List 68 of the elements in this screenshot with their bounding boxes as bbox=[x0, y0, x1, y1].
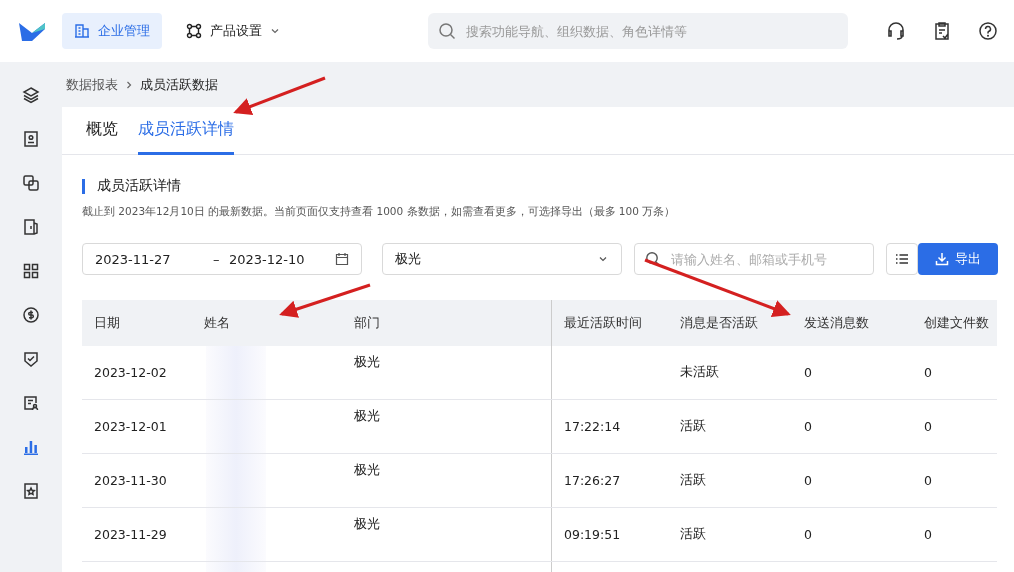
redacted-block bbox=[206, 346, 266, 399]
table-cell-text: 2023-12-01 bbox=[93, 418, 168, 436]
table-cell-text: 0 bbox=[803, 472, 813, 490]
column-header: 日期 bbox=[94, 314, 120, 332]
nav-button[interactable]: 企业管理 bbox=[62, 13, 162, 49]
table-cell-text: 17:26:27 bbox=[563, 472, 622, 490]
building-icon bbox=[74, 23, 90, 39]
table-cell-text: 活跃 bbox=[679, 525, 707, 543]
section-title: 成员活跃详情 bbox=[97, 177, 181, 195]
contacts-icon[interactable] bbox=[22, 130, 40, 148]
table-cell-text: 2023-11-29 bbox=[93, 526, 168, 544]
dollar-icon[interactable] bbox=[22, 306, 40, 324]
breadcrumb-item[interactable]: 数据报表 bbox=[66, 75, 118, 94]
table-cell-text: 17:22:14 bbox=[563, 418, 622, 436]
info-note: 截止到 2023年12月10日 的最新数据。当前页面仅支持查看 1000 条数据，如需查看更多，可选择导出（最多 100 万条） bbox=[82, 205, 677, 219]
form-icon[interactable] bbox=[22, 394, 40, 412]
nav-button[interactable]: 产品设置 bbox=[174, 13, 292, 49]
nodes-icon bbox=[186, 23, 202, 39]
grid-icon[interactable] bbox=[22, 262, 40, 280]
download-icon bbox=[935, 252, 949, 266]
table-cell-text: 2023-12-02 bbox=[93, 364, 168, 382]
column-header: 最近活跃时间 bbox=[564, 314, 642, 332]
table-cell-text: 0 bbox=[803, 526, 813, 544]
redacted-block bbox=[206, 454, 266, 507]
date-range-field[interactable]: 2023-11-27 – 2023-12-10 bbox=[82, 243, 362, 275]
tab[interactable]: 概览 bbox=[86, 107, 118, 155]
breadcrumb-item: 成员活跃数据 bbox=[140, 75, 218, 94]
table-cell-text: 2023-11-30 bbox=[93, 472, 168, 490]
table-cell-text: 0 bbox=[923, 418, 933, 436]
table-cell-text: 09:19:51 bbox=[563, 526, 622, 544]
search-icon bbox=[438, 22, 456, 40]
search-field[interactable]: 搜索功能导航、组织数据、角色详情等 bbox=[428, 13, 848, 49]
column-header: 创建文件数 bbox=[924, 314, 989, 332]
export-button[interactable]: 导出 bbox=[918, 243, 998, 275]
chevron-right-icon bbox=[124, 79, 134, 90]
search-input[interactable]: 搜索功能导航、组织数据、角色详情等 bbox=[464, 22, 838, 40]
clipboard-check-icon[interactable] bbox=[932, 21, 952, 41]
column-header: 消息是否活跃 bbox=[680, 314, 758, 332]
table-cell-text: 0 bbox=[923, 364, 933, 382]
table-cell-text: 活跃 bbox=[679, 417, 707, 435]
copy-icon[interactable] bbox=[22, 174, 40, 192]
table-cell-text: 未活跃 bbox=[679, 363, 720, 381]
calendar-icon bbox=[335, 252, 349, 266]
chevron-down-icon bbox=[270, 26, 280, 36]
table-cell-text: 0 bbox=[803, 364, 813, 382]
chart-icon[interactable] bbox=[22, 438, 40, 456]
column-header: 姓名 bbox=[204, 314, 230, 332]
table-cell: 极光 bbox=[342, 346, 552, 399]
member-search-field[interactable]: 请输入姓名、邮箱或手机号 bbox=[634, 243, 874, 275]
table-cell: 极光 bbox=[342, 508, 552, 561]
column-settings-button[interactable] bbox=[886, 243, 918, 275]
column-header: 发送消息数 bbox=[804, 314, 869, 332]
headset-icon[interactable] bbox=[886, 21, 906, 41]
column-header: 部门 bbox=[354, 314, 380, 332]
list-icon bbox=[895, 252, 909, 266]
shield-icon[interactable] bbox=[22, 350, 40, 368]
table-cell: 极光 bbox=[342, 400, 552, 453]
table-cell: 极光 bbox=[342, 454, 552, 507]
redacted-block bbox=[206, 400, 266, 453]
table-cell-text: 活跃 bbox=[679, 471, 707, 489]
table-cell-text: 0 bbox=[923, 472, 933, 490]
tab[interactable]: 成员活跃详情 bbox=[138, 107, 234, 155]
help-icon[interactable] bbox=[978, 21, 998, 41]
layers-icon[interactable] bbox=[22, 86, 40, 104]
table-cell-text: 0 bbox=[923, 526, 933, 544]
department-select[interactable]: 极光 bbox=[382, 243, 622, 275]
door-icon[interactable] bbox=[22, 218, 40, 236]
table-cell-text: 0 bbox=[803, 418, 813, 436]
